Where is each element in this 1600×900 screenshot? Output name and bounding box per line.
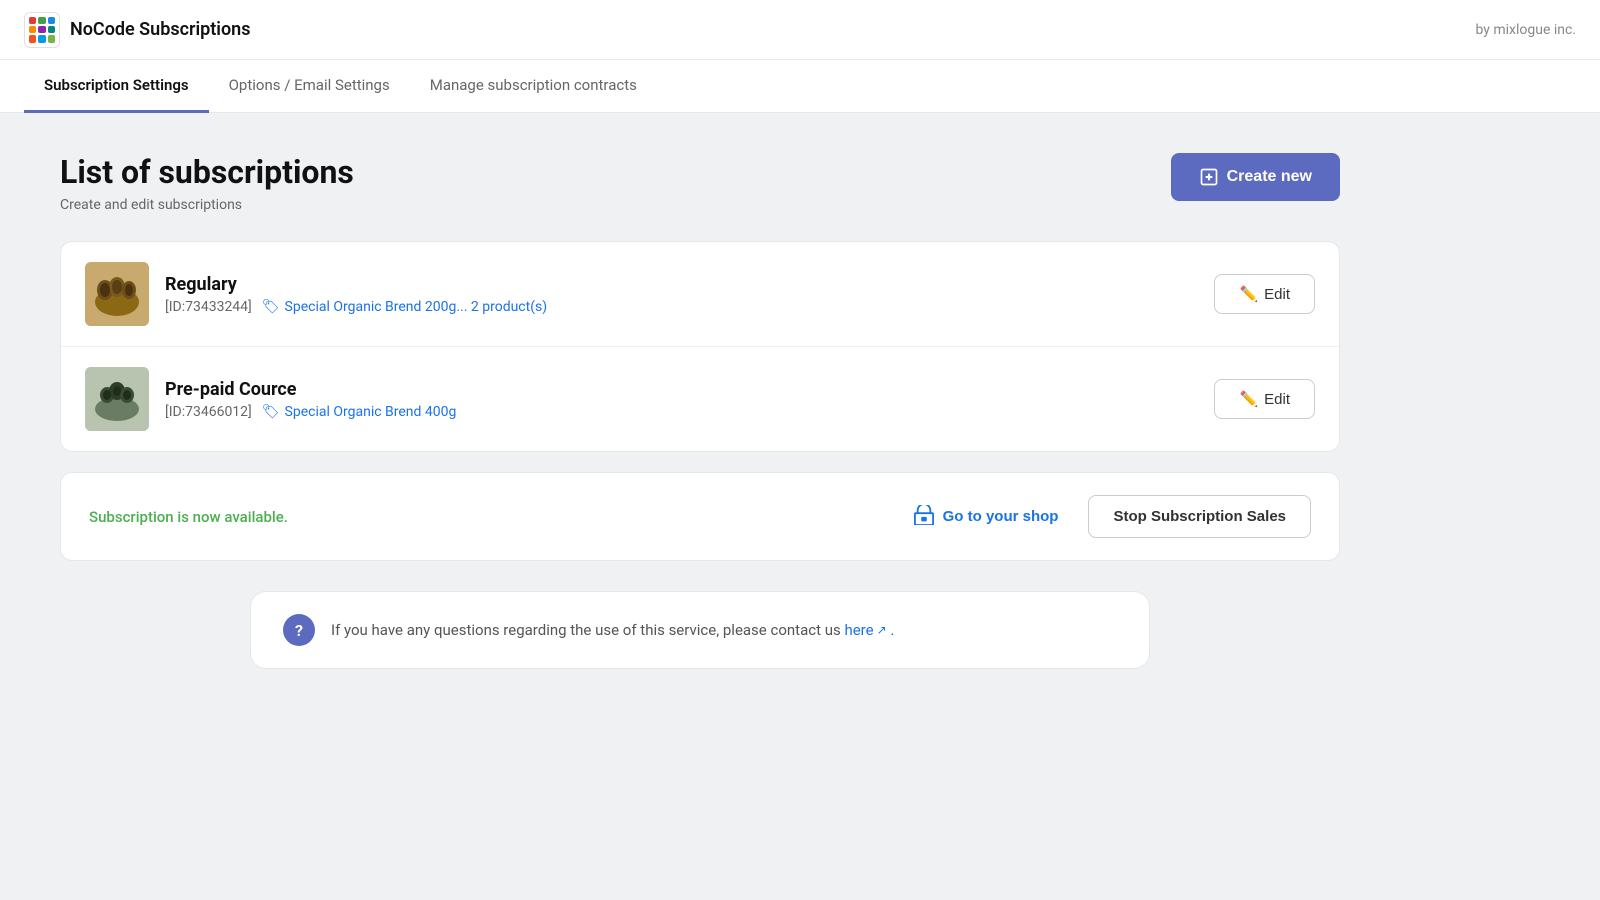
app-bar: NoCode Subscriptions by mixlogue inc. bbox=[0, 0, 1600, 60]
edit-label: Edit bbox=[1264, 286, 1290, 303]
products-label: Special Organic Brend 400g bbox=[285, 404, 457, 420]
page-title: List of subscriptions bbox=[60, 153, 354, 191]
edit-label: Edit bbox=[1264, 391, 1290, 408]
subscriptions-card: Regulary [ID:73433244] 🏷 Special Organic… bbox=[60, 241, 1340, 452]
shop-icon bbox=[913, 505, 935, 529]
status-text: Subscription is now available. bbox=[89, 508, 883, 526]
table-row: Pre-paid Cource [ID:73466012] 🏷 Special … bbox=[61, 347, 1339, 451]
status-card: Subscription is now available. Go to you… bbox=[60, 472, 1340, 561]
app-bar-left: NoCode Subscriptions bbox=[24, 12, 250, 48]
nav-tabs: Subscription Settings Options / Email Se… bbox=[0, 60, 1600, 113]
subscription-id: [ID:73433244] bbox=[165, 299, 252, 315]
go-to-shop-button[interactable]: Go to your shop bbox=[903, 505, 1069, 529]
help-banner: ? If you have any questions regarding th… bbox=[250, 591, 1150, 669]
app-title: NoCode Subscriptions bbox=[70, 19, 250, 40]
question-mark: ? bbox=[295, 621, 303, 640]
help-link-label: here bbox=[844, 621, 873, 639]
create-new-icon bbox=[1199, 167, 1219, 187]
external-link-icon: ↗ bbox=[877, 623, 887, 637]
subscription-info: Regulary [ID:73433244] 🏷 Special Organic… bbox=[165, 274, 1198, 315]
subscription-info: Pre-paid Cource [ID:73466012] 🏷 Special … bbox=[165, 379, 1198, 420]
icon-dot bbox=[48, 35, 55, 42]
icon-dot bbox=[48, 26, 55, 33]
app-icon bbox=[24, 12, 60, 48]
tag-icon: 🏷 bbox=[262, 299, 280, 315]
create-new-label: Create new bbox=[1227, 168, 1312, 186]
tab-options-email-settings[interactable]: Options / Email Settings bbox=[209, 60, 410, 113]
edit-button-sub2[interactable]: ✏️ Edit bbox=[1214, 379, 1315, 419]
subscription-id: [ID:73466012] bbox=[165, 404, 252, 420]
icon-dot bbox=[38, 26, 45, 33]
tab-subscription-settings[interactable]: Subscription Settings bbox=[24, 60, 209, 113]
subscription-meta: [ID:73433244] 🏷 Special Organic Brend 20… bbox=[165, 299, 1198, 315]
create-new-button[interactable]: Create new bbox=[1171, 153, 1340, 201]
edit-icon: ✏️ bbox=[1239, 285, 1258, 303]
edit-icon: ✏️ bbox=[1239, 390, 1258, 408]
edit-button-sub1[interactable]: ✏️ Edit bbox=[1214, 274, 1315, 314]
stop-label: Stop Subscription Sales bbox=[1113, 508, 1286, 525]
icon-dot bbox=[38, 35, 45, 42]
icon-dot bbox=[29, 17, 36, 24]
subscription-products-link[interactable]: 🏷 Special Organic Brend 400g bbox=[262, 404, 457, 420]
table-row: Regulary [ID:73433244] 🏷 Special Organic… bbox=[61, 242, 1339, 347]
page-header-text: List of subscriptions Create and edit su… bbox=[60, 153, 354, 213]
page-subtitle: Create and edit subscriptions bbox=[60, 197, 354, 213]
subscription-name: Pre-paid Cource bbox=[165, 379, 1198, 400]
icon-dot bbox=[29, 26, 36, 33]
icon-dot bbox=[29, 35, 36, 42]
subscription-products-link[interactable]: 🏷 Special Organic Brend 200g... 2 produc… bbox=[262, 299, 547, 315]
subscription-name: Regulary bbox=[165, 274, 1198, 295]
help-icon: ? bbox=[283, 614, 315, 646]
page-header: List of subscriptions Create and edit su… bbox=[60, 153, 1340, 213]
app-bar-by: by mixlogue inc. bbox=[1475, 22, 1576, 38]
icon-dot bbox=[38, 17, 45, 24]
help-link[interactable]: here ↗ bbox=[844, 621, 886, 639]
products-label: Special Organic Brend 200g... 2 product(… bbox=[285, 299, 548, 315]
help-text-content: If you have any questions regarding the … bbox=[331, 621, 841, 639]
shop-label: Go to your shop bbox=[943, 508, 1059, 525]
stop-subscription-button[interactable]: Stop Subscription Sales bbox=[1088, 495, 1311, 538]
tab-manage-contracts[interactable]: Manage subscription contracts bbox=[410, 60, 657, 113]
subscription-thumbnail bbox=[85, 262, 149, 326]
icon-dot bbox=[48, 17, 55, 24]
main-content: List of subscriptions Create and edit su… bbox=[0, 113, 1400, 709]
subscription-thumbnail bbox=[85, 367, 149, 431]
subscription-meta: [ID:73466012] 🏷 Special Organic Brend 40… bbox=[165, 404, 1198, 420]
tag-icon: 🏷 bbox=[262, 404, 280, 420]
help-period: . bbox=[890, 621, 894, 639]
help-text: If you have any questions regarding the … bbox=[331, 621, 894, 639]
